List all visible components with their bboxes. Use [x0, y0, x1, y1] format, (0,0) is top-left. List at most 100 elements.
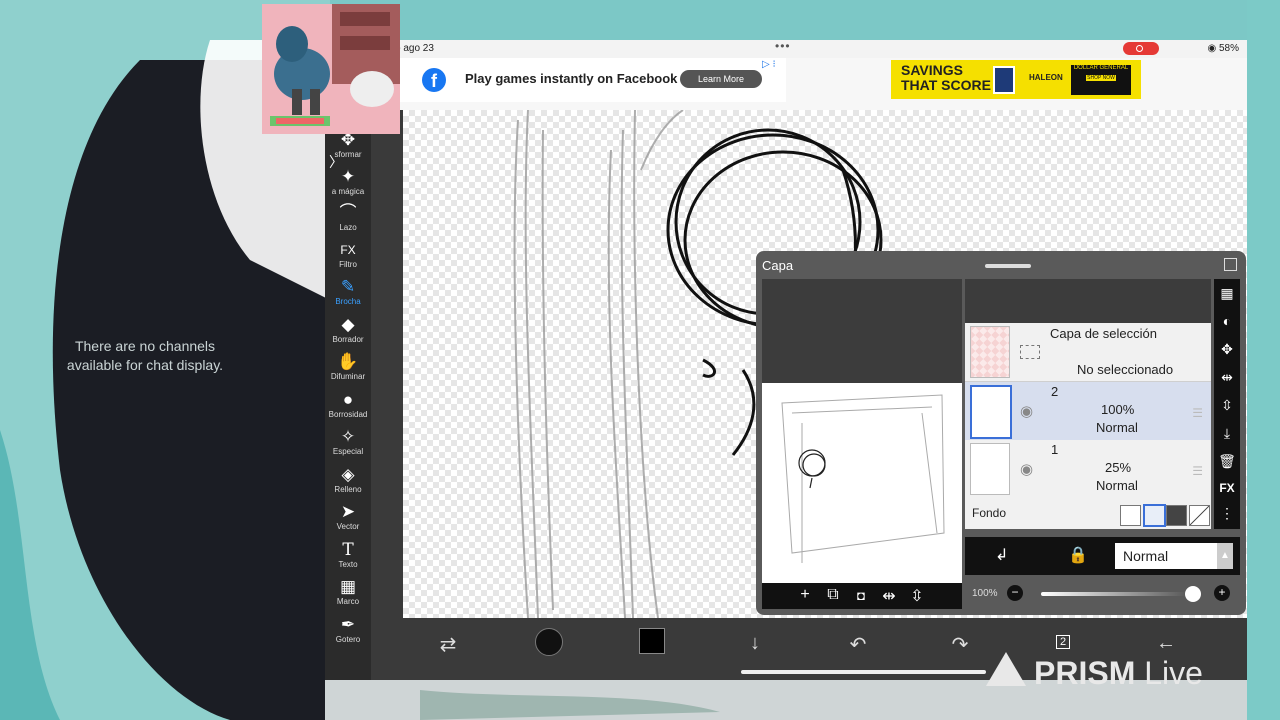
- layer-side-toolbar: ▦ ◐ ✥ ⇹ ⇳ ⤓ 🗑 FX ⋮: [1214, 279, 1240, 529]
- move-icon[interactable]: ✥: [1214, 341, 1240, 358]
- tool-label: Vector: [336, 522, 360, 531]
- tool-smudge[interactable]: ✋ Difuminar: [325, 352, 371, 381]
- special-icon: ✧: [340, 427, 356, 446]
- tool-label: a mágica: [331, 187, 365, 196]
- merge-icon[interactable]: ⇳: [1214, 397, 1240, 414]
- multitask-menu-icon[interactable]: •••: [775, 40, 791, 53]
- dropdown-arrow-icon: ▲: [1217, 543, 1233, 569]
- prism-brand: PRISM: [1034, 655, 1136, 691]
- layer-row[interactable]: ◉ 1 25% Normal ☰: [965, 440, 1211, 499]
- undo-icon[interactable]: ↶: [843, 632, 873, 657]
- tool-vector[interactable]: ➤ Vector: [325, 502, 371, 531]
- opacity-label: 100%: [972, 588, 998, 599]
- expand-icon[interactable]: [1224, 258, 1237, 271]
- quick-menu-icon[interactable]: ⇄: [433, 632, 463, 657]
- layer-thumbnail: [970, 385, 1012, 439]
- tool-blur[interactable]: ● Borrosidad: [325, 390, 371, 419]
- blend-mode-value: Normal: [1123, 548, 1169, 564]
- opacity-slider-knob[interactable]: [1185, 586, 1201, 602]
- layer-row[interactable]: ◉ 2 100% Normal ☰: [965, 382, 1211, 441]
- layers-button[interactable]: 2: [1048, 635, 1078, 649]
- clipping-icon[interactable]: ↲: [995, 545, 1008, 565]
- camera-icon[interactable]: ◘: [850, 588, 872, 603]
- fx-icon: FX: [340, 243, 356, 257]
- blend-mode-select[interactable]: Normal ▲: [1115, 543, 1233, 569]
- tool-sidebar: ✥ sformar ✦ a mágica ⌒ Lazo FX Filtro ✎ Broch…: [325, 110, 371, 680]
- more-icon[interactable]: ⋮: [1214, 505, 1240, 522]
- redo-icon[interactable]: ↷: [945, 632, 975, 657]
- eye-icon[interactable]: ◉: [1020, 402, 1033, 420]
- flip-horizontal-icon[interactable]: ⇹: [878, 586, 900, 606]
- tool-label: Especial: [332, 447, 364, 456]
- tool-frame[interactable]: ▦ Marco: [325, 577, 371, 606]
- background-white-swatch[interactable]: [1120, 505, 1141, 526]
- shop-now-button[interactable]: SHOP NOW: [1086, 75, 1116, 81]
- prism-live-label: Live: [1144, 655, 1203, 691]
- ad-info-icon[interactable]: ▷ ⁝: [762, 59, 776, 70]
- panel-drag-handle[interactable]: [985, 264, 1031, 268]
- merge-down-icon[interactable]: ⤓: [1214, 425, 1240, 442]
- savings-line2: THAT SCORE: [901, 77, 991, 93]
- layer-list: Capa de selección No seleccionado ◉ 2 10…: [965, 279, 1211, 529]
- drag-handle-icon[interactable]: ☰: [1192, 406, 1203, 420]
- tool-eyedropper[interactable]: ✒ Gotero: [325, 615, 371, 644]
- savings-ad[interactable]: SAVINGS THAT SCORE HALEON DOLLAR GENERAL…: [891, 60, 1141, 99]
- background-dark-swatch[interactable]: [1166, 505, 1187, 526]
- facebook-ad[interactable]: f Play games instantly on Facebook Learn…: [400, 58, 786, 102]
- text-icon: T: [342, 540, 354, 560]
- eye-icon[interactable]: ◉: [1020, 460, 1033, 478]
- opacity-decrease-button[interactable]: −: [1007, 585, 1023, 601]
- opacity-increase-button[interactable]: +: [1214, 585, 1230, 601]
- facebook-icon: f: [422, 68, 446, 92]
- add-layer-icon[interactable]: +: [794, 586, 816, 604]
- bucket-icon: ◈: [341, 465, 355, 484]
- tool-brush[interactable]: ✎ Brocha: [325, 277, 371, 306]
- selection-thumbnail: [970, 326, 1010, 378]
- tool-text[interactable]: T Texto: [325, 540, 371, 569]
- screen-record-icon: [1123, 42, 1159, 55]
- tool-label: Borrador: [332, 335, 364, 344]
- ad-bar: f Play games instantly on Facebook Learn…: [325, 58, 1247, 111]
- background-none-swatch[interactable]: [1189, 505, 1210, 526]
- drag-handle-icon[interactable]: ☰: [1192, 464, 1203, 478]
- tool-label: Borrosidad: [328, 410, 368, 419]
- flip-vertical-icon[interactable]: ⇳: [906, 586, 928, 606]
- brush-size-indicator[interactable]: [535, 628, 563, 656]
- collapse-chevron-icon[interactable]: 〉: [329, 152, 343, 172]
- color-swatch[interactable]: [639, 628, 665, 654]
- mask-icon[interactable]: ◐: [1214, 313, 1240, 329]
- fx-icon[interactable]: FX: [1214, 481, 1240, 495]
- layer-panel-title: Capa: [762, 258, 794, 273]
- selection-status: No seleccionado: [1077, 362, 1174, 377]
- opacity-slider-track[interactable]: [1041, 592, 1191, 596]
- layer-blend-mode: Normal: [1096, 420, 1138, 435]
- layer-opacity: 100%: [1101, 402, 1135, 417]
- layer-name: 2: [1051, 384, 1059, 399]
- tool-fill[interactable]: ◈ Relleno: [325, 465, 371, 494]
- alpha-lock-icon[interactable]: 🔒: [1068, 545, 1088, 565]
- layer-panel: Capa + ⧉ ◘ ⇹ ⇳ Capa de selección No sele…: [756, 251, 1246, 615]
- selection-marquee-icon: [1020, 345, 1040, 359]
- learn-more-button[interactable]: Learn More: [680, 70, 762, 88]
- checker-icon[interactable]: ▦: [1214, 285, 1240, 302]
- tool-label: Relleno: [334, 485, 362, 494]
- download-arrow-icon[interactable]: ↓: [740, 632, 770, 655]
- cursor-icon: ➤: [340, 502, 356, 521]
- trash-icon[interactable]: 🗑: [1214, 453, 1240, 470]
- background-transparent-swatch[interactable]: [1143, 504, 1166, 527]
- wifi-icon: ◉: [1207, 43, 1217, 54]
- usa-crest-icon: [993, 66, 1015, 94]
- preview-sketch: [781, 394, 945, 563]
- tool-label: Difuminar: [330, 372, 366, 381]
- duplicate-layer-icon[interactable]: ⧉: [822, 586, 844, 604]
- dollar-general-badge: DOLLAR GENERAL SHOP NOW: [1071, 65, 1131, 95]
- flip-icon[interactable]: ⇹: [1214, 369, 1240, 386]
- tool-special[interactable]: ✧ Especial: [325, 427, 371, 456]
- background-row[interactable]: Fondo: [965, 497, 1211, 529]
- tool-eraser[interactable]: ◆ Borrador: [325, 315, 371, 344]
- smudge-icon: ✋: [337, 352, 359, 371]
- selection-layer-row[interactable]: Capa de selección No seleccionado: [965, 323, 1211, 382]
- status-bar: b ago 23 ••• ◉ 58%: [325, 40, 1247, 58]
- tool-lasso[interactable]: ⌒ Lazo: [325, 203, 371, 232]
- tool-filter[interactable]: FX Filtro: [325, 240, 371, 269]
